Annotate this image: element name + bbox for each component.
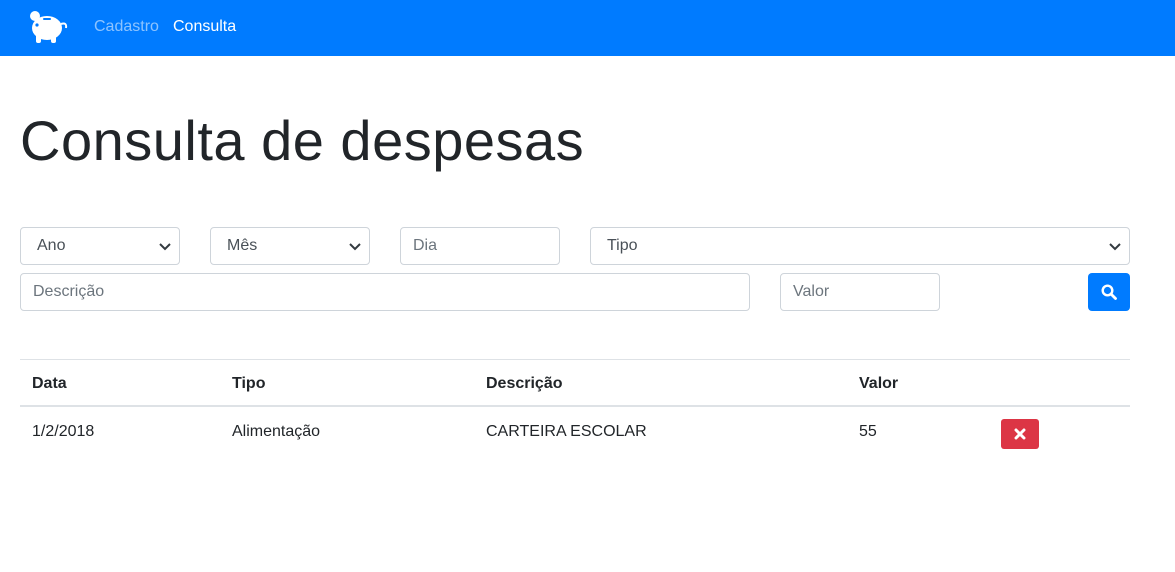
cell-tipo: Alimentação [232,423,321,440]
dia-placeholder: Dia [413,237,438,254]
nav-link-cadastro[interactable]: Cadastro [94,17,159,37]
header-descricao: Descrição [486,375,563,392]
nav-link-consulta[interactable]: Consulta [173,17,236,37]
ano-select[interactable]: Ano [20,227,180,265]
tipo-select-value: Tipo [607,237,638,254]
cell-valor: 55 [859,423,877,440]
table-top-border [20,359,1130,360]
ano-select-value: Ano [37,237,66,254]
valor-input[interactable]: Valor [780,273,940,311]
tipo-select[interactable]: Tipo [590,227,1130,265]
mes-select[interactable]: Mês [210,227,370,265]
search-button[interactable] [1088,273,1130,311]
piggy-bank-icon[interactable] [25,7,69,47]
mes-select-value: Mês [227,237,258,254]
dia-input[interactable]: Dia [400,227,560,265]
header-tipo: Tipo [232,375,266,392]
descricao-placeholder: Descrição [33,283,105,300]
valor-placeholder: Valor [793,283,830,300]
search-icon [1101,284,1117,300]
chevron-down-icon [159,243,171,251]
cell-descricao: CARTEIRA ESCOLAR [486,423,647,440]
table-header-border [20,405,1130,407]
chevron-down-icon [1109,243,1121,251]
chevron-down-icon [349,243,361,251]
navbar: Cadastro Consulta [0,0,1175,56]
close-icon [1014,428,1026,440]
page-title: Consulta de despesas [20,109,585,172]
header-valor: Valor [859,375,899,392]
delete-button[interactable] [1001,419,1039,449]
descricao-input[interactable]: Descrição [20,273,750,311]
header-data: Data [32,375,67,392]
cell-data: 1/2/2018 [32,423,95,440]
